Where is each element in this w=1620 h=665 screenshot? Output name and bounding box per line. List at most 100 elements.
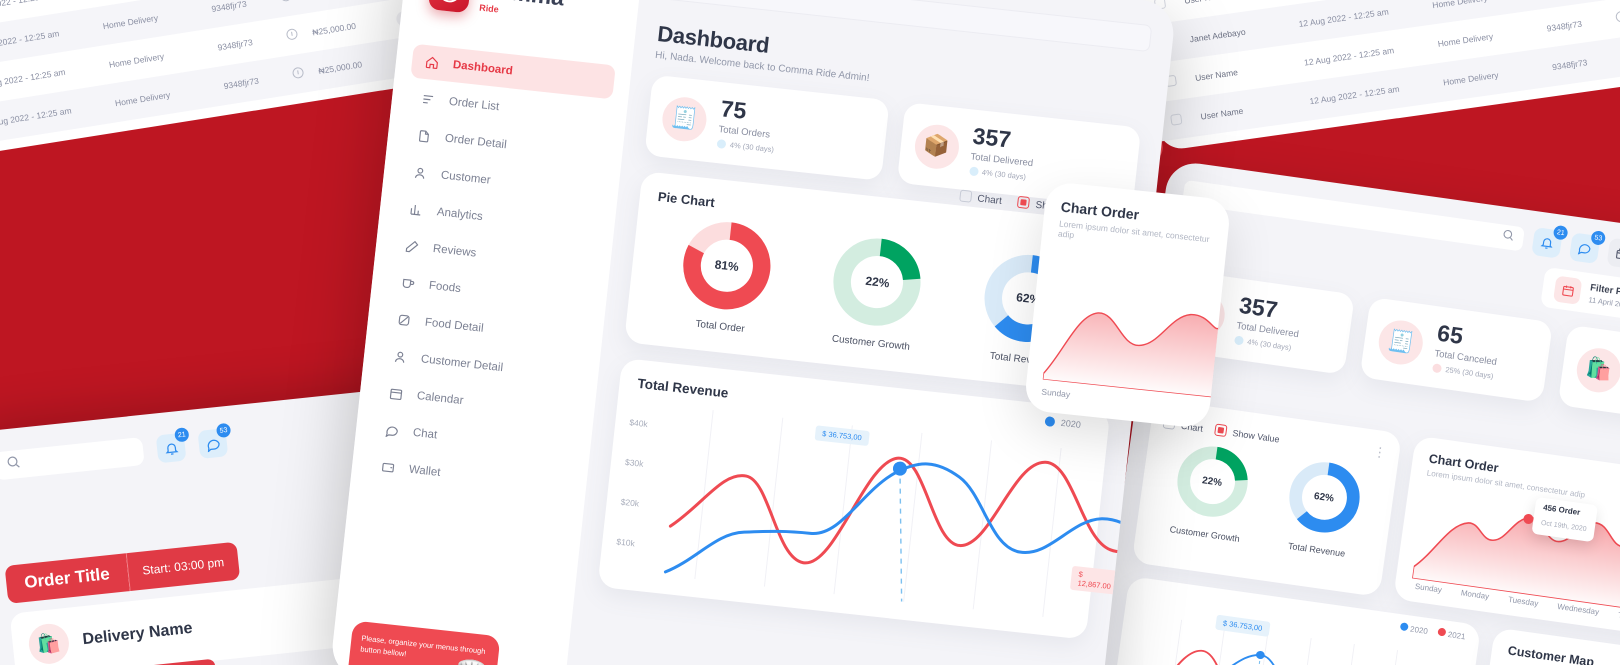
legend-item-2020: 2020 (1399, 622, 1428, 636)
cell-delivery: Home Delivery (1442, 69, 1500, 87)
delivery-name: Delivery Name (81, 619, 194, 649)
ytick-label: $20k (620, 496, 640, 509)
cell-delivery: Home Delivery (1437, 30, 1494, 49)
xtick-label: Sunday (1414, 581, 1443, 595)
filter-period-value: 11 April 2020 - 21 May 2020 (1587, 295, 1620, 317)
list-icon (419, 91, 436, 108)
cell-name: User Name (1184, 0, 1294, 5)
bag-check-icon: 🛍️ (1574, 344, 1620, 395)
kebab-menu-icon[interactable]: ⋮ (1372, 444, 1388, 462)
bell-icon[interactable]: 21 (1531, 224, 1569, 259)
screenshot-stage: User Name 12 Aug 2022 - 12:25 am Home De… (0, 0, 1620, 665)
customer-map-title: Customer Map (1506, 643, 1595, 665)
legend-label: 2021 (1447, 629, 1467, 642)
background-chart-area (1041, 312, 1221, 399)
stat-value: 357 (971, 122, 1013, 153)
sidebar-promo-banner: Please, organize your menus through butt… (346, 620, 501, 665)
sidebar-item-label: Reviews (432, 242, 477, 260)
user-detail-icon (391, 349, 408, 366)
xtick-label: Tuesday (1507, 594, 1539, 609)
sidebar-item-label: Food Detail (424, 316, 485, 335)
clock-icon (291, 64, 320, 81)
stat-delta-text: 4% (30 days) (981, 167, 1027, 182)
chart-checkbox-icon[interactable] (959, 189, 973, 203)
search-input[interactable] (1181, 179, 1526, 252)
search-icon (1500, 228, 1515, 248)
show-value-checkbox-icon[interactable] (1214, 423, 1228, 438)
chart-toggle-label: Chart (976, 193, 1003, 208)
tooltip-date: Oct 19th, 2020 (1540, 519, 1587, 534)
customer-map-card: Customer Map Weekly ▾ 80 60 40 20 (1474, 627, 1620, 665)
ytick-label: $40k (628, 417, 649, 430)
stat-delta: 4% (30 days) (968, 166, 1032, 182)
clock-icon (279, 0, 308, 4)
chat-icon[interactable]: 53 (1569, 230, 1607, 264)
calendar-icon (387, 385, 404, 402)
donut-label: Total Revenue (1287, 540, 1346, 559)
cell-date: 12 Aug 2022 - 12:25 am (1303, 44, 1395, 68)
cell-delivery: Home Delivery (102, 12, 159, 31)
receipt-x-icon: 🧾 (1375, 317, 1426, 367)
brand-logo[interactable]: Comma Ride (402, 0, 645, 32)
sidebar-item-label: Analytics (436, 206, 484, 224)
row-checkbox[interactable] (1170, 111, 1201, 126)
bell-icon[interactable]: 21 (155, 427, 190, 464)
delta-dot-icon (1431, 363, 1443, 374)
delta-dot-icon (968, 166, 979, 177)
revenue-tooltip-red: $ 12,867.00 (1069, 565, 1120, 595)
document-icon (415, 128, 432, 145)
show-value-checkbox-icon[interactable] (1017, 195, 1031, 210)
chat-badge: 53 (1590, 230, 1607, 246)
clock-icon (1615, 8, 1620, 24)
stat-value: 357 (1237, 291, 1280, 323)
bell-badge: 21 (174, 427, 190, 443)
cell-id: 9348fjr73 (1545, 18, 1583, 34)
wallet-icon (379, 459, 396, 476)
cell-date: 12 Aug 2022 - 12:25 am (1297, 6, 1390, 29)
clock-icon (285, 26, 314, 43)
cell-id: 9348fjr73 (222, 75, 260, 91)
stat-delta-text: 4% (30 days) (729, 140, 775, 155)
food-detail-icon (395, 312, 412, 329)
ytick-label: $10k (615, 536, 636, 549)
sidebar-item-label: Order Detail (444, 132, 508, 152)
delta-dot-icon (1233, 335, 1245, 346)
donut-value: 62% (1313, 490, 1335, 505)
stat-delta: 4% (30 days) (716, 138, 775, 155)
xtick-label: Monday (1460, 588, 1490, 602)
gift-icon[interactable]: 15 (1606, 237, 1620, 270)
stat-card-total-canceled: 🧾 65 Total Canceled 25% (30 days) (1359, 296, 1554, 403)
stat-card-total-orders: 🧾 75 Total Orders 4% (30 days) (644, 74, 890, 181)
stat-delta-text: 4% (30 days) (1246, 337, 1292, 353)
donut-total-order: 81% Total Order (660, 214, 792, 339)
stat-value: 65 (1435, 319, 1465, 349)
ytick-label: $30k (624, 456, 644, 469)
cell-amount: ₦25,000.00 (311, 20, 357, 38)
stat-label: Total Orders (717, 124, 771, 141)
show-value-toggle[interactable]: Show Value (1214, 423, 1281, 445)
legend-dot-icon (1437, 627, 1447, 637)
sidebar-item-label: Customer (440, 169, 492, 187)
legend-dot-icon (1044, 416, 1056, 428)
cup-icon (399, 275, 416, 292)
chat-badge: 53 (215, 422, 232, 439)
bag-icon: 🛍️ (26, 621, 71, 665)
search-input[interactable] (0, 436, 145, 481)
cell-delivery: Home Delivery (114, 89, 171, 108)
xtick-label: Wednesday (1556, 601, 1600, 617)
chat-icon[interactable]: 53 (197, 422, 232, 459)
show-value-toggle-label: Show Value (1231, 427, 1281, 445)
cell-name: User Name (1194, 66, 1239, 83)
sidebar-item-label: Foods (428, 279, 462, 296)
donut-customer-growth: 22% Customer Growth (1154, 437, 1266, 546)
bar-chart-icon (407, 202, 424, 219)
donut-customer-growth: 22% Customer Growth (811, 230, 943, 355)
cell-delivery: Home Delivery (108, 50, 165, 70)
row-checkbox[interactable] (1164, 72, 1196, 88)
cell-date: 12 Aug 2022 - 12:25 am (1308, 83, 1401, 106)
cell-id: 9348fjr73 (1551, 56, 1588, 72)
sidebar-item-label: Chat (412, 426, 438, 442)
order-start-label: Start: 03:00 pm (125, 541, 240, 592)
donut-value: 81% (713, 257, 740, 274)
home-icon (423, 54, 440, 71)
